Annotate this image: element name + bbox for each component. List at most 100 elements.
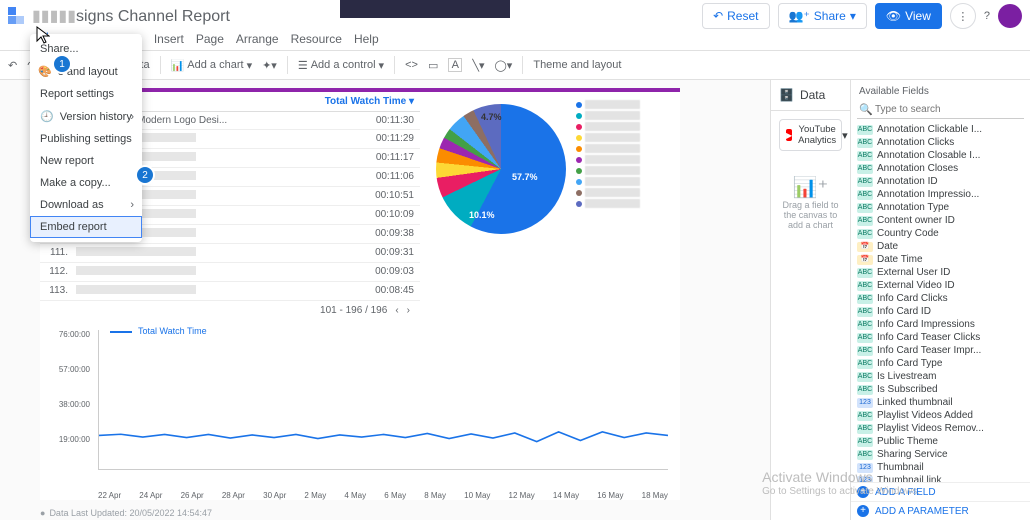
field-item[interactable]: ABCIs Subscribed	[851, 383, 1030, 396]
undo-button[interactable]: ↶	[8, 59, 17, 72]
pie-graphic	[436, 104, 566, 234]
col-total-watch[interactable]: Total Watch Time ▾	[318, 96, 418, 107]
menu-item-new-report[interactable]: New report	[30, 150, 142, 172]
field-item[interactable]: ABCSharing Service	[851, 448, 1030, 461]
field-item[interactable]: ABCInfo Card Clicks	[851, 292, 1030, 305]
pie-chart[interactable]: 57.7% 10.1% 4.7%	[426, 92, 666, 262]
legend-item	[576, 155, 640, 164]
field-item[interactable]: 📅Date	[851, 240, 1030, 253]
legend-item	[576, 188, 640, 197]
data-source-pill[interactable]: ▶ YouTube Analytics ▾	[779, 119, 842, 151]
image-tool[interactable]: ▭	[428, 59, 438, 72]
pager-next[interactable]: ›	[407, 305, 410, 316]
avatar[interactable]	[998, 4, 1022, 28]
field-item[interactable]: ABCAnnotation Impressio...	[851, 188, 1030, 201]
fields-header: Available Fields	[851, 80, 1030, 101]
field-item[interactable]: ABCInfo Card Impressions	[851, 318, 1030, 331]
community-viz-button[interactable]: ✦▾	[262, 59, 277, 72]
theme-layout-button[interactable]: Theme and layout	[533, 59, 621, 71]
clock-icon: 🕘	[40, 110, 54, 123]
table-row[interactable]: 113.00:08:45	[40, 282, 420, 301]
legend-item	[576, 199, 640, 208]
x-axis: 22 Apr24 Apr26 Apr28 Apr30 Apr2 May4 May…	[98, 491, 668, 500]
help-icon[interactable]: ?	[984, 10, 990, 22]
shape-tool[interactable]: ◯▾	[495, 59, 513, 72]
share-button[interactable]: 👥⁺ Share ▾	[778, 3, 867, 29]
menu-item-publishing[interactable]: Publishing settings	[30, 128, 142, 150]
legend-item	[576, 133, 640, 142]
field-item[interactable]: ABCCountry Code	[851, 227, 1030, 240]
menu-item-theme[interactable]: 🎨e and layout	[30, 60, 142, 83]
cursor-icon	[36, 26, 50, 44]
pager-prev[interactable]: ‹	[395, 305, 398, 316]
table-row[interactable]: 111.00:09:31	[40, 244, 420, 263]
field-item[interactable]: ABCInfo Card Teaser Impr...	[851, 344, 1030, 357]
file-menu-dropdown: Share... 🎨e and layout Report settings 🕘…	[30, 34, 142, 242]
field-item[interactable]: ABCContent owner ID	[851, 214, 1030, 227]
legend-item	[576, 177, 640, 186]
pie-label-top: 4.7%	[481, 112, 502, 122]
add-chart-button[interactable]: 📊Add a chart ▾	[171, 59, 253, 72]
field-item[interactable]: ABCInfo Card Teaser Clicks	[851, 331, 1030, 344]
fields-search-input[interactable]	[857, 101, 1024, 119]
field-item[interactable]: ABCAnnotation Clicks	[851, 136, 1030, 149]
windows-watermark: Activate Windows Go to Settings to activ…	[762, 469, 920, 498]
field-item[interactable]: ABCAnnotation ID	[851, 175, 1030, 188]
field-item[interactable]: ABCInfo Card ID	[851, 305, 1030, 318]
menu-item-download-as[interactable]: Download as	[30, 194, 142, 216]
menu-item-embed-report[interactable]: Embed report	[30, 216, 142, 238]
report-title[interactable]: ▮▮▮▮▮signs Channel Report	[32, 6, 230, 26]
menu-insert[interactable]: Insert	[154, 32, 184, 46]
field-item[interactable]: ABCAnnotation Type	[851, 201, 1030, 214]
view-button[interactable]: 👁 View	[875, 3, 942, 29]
line-tool[interactable]: ╲▾	[472, 59, 484, 72]
field-item[interactable]: ABCAnnotation Closes	[851, 162, 1030, 175]
field-item[interactable]: ABCPublic Theme	[851, 435, 1030, 448]
fields-search[interactable]: 🔍	[857, 101, 1024, 119]
step-badge-2: 2	[137, 167, 153, 183]
youtube-icon: ▶	[786, 129, 792, 141]
menu-resource[interactable]: Resource	[291, 32, 342, 46]
legend-item	[576, 166, 640, 175]
line-chart[interactable]: Total Watch Time 76:00:0057:00:0038:00:0…	[48, 330, 668, 500]
field-item[interactable]: ABCAnnotation Closable I...	[851, 149, 1030, 162]
field-item[interactable]: ABCPlaylist Videos Remov...	[851, 422, 1030, 435]
share-label: Share	[814, 9, 846, 23]
menu-item-make-copy[interactable]: Make a copy...	[30, 172, 142, 194]
field-item[interactable]: ABCAnnotation Clickable I...	[851, 123, 1030, 136]
menu-item-version-history[interactable]: 🕘Version history	[30, 105, 142, 128]
menu-page[interactable]: Page	[196, 32, 224, 46]
table-pager: 101 - 196 / 196 ‹ ›	[40, 301, 420, 318]
data-icon: 🗄️	[779, 88, 794, 102]
add-control-button[interactable]: ☰ Add a control ▾	[298, 59, 384, 72]
field-item[interactable]: ABCIs Livestream	[851, 370, 1030, 383]
field-item[interactable]: ABCExternal Video ID	[851, 279, 1030, 292]
field-item[interactable]: ABCExternal User ID	[851, 266, 1030, 279]
menu-help[interactable]: Help	[354, 32, 379, 46]
field-item[interactable]: 123Linked thumbnail	[851, 396, 1030, 409]
legend-item	[576, 144, 640, 153]
field-item[interactable]: ABCPlaylist Videos Added	[851, 409, 1030, 422]
table-row[interactable]: 112.00:09:03	[40, 263, 420, 282]
pie-legend	[576, 98, 640, 210]
more-options-button[interactable]: ⋮	[950, 3, 976, 29]
reset-button[interactable]: ↶ Reset	[702, 3, 769, 29]
legend-item	[576, 111, 640, 120]
data-rail: 🗄️ Data ▶ YouTube Analytics ▾ 📊⁺ Drag a f…	[770, 80, 850, 520]
add-chart-icon[interactable]: 📊⁺	[771, 175, 850, 200]
plot-area	[98, 330, 668, 470]
legend-item	[576, 100, 640, 109]
data-rail-title: Data	[800, 88, 825, 102]
url-embed-button[interactable]: <>	[405, 59, 418, 71]
menu-arrange[interactable]: Arrange	[236, 32, 279, 46]
drag-hint: Drag a field to the canvas to add a char…	[771, 200, 850, 230]
app-logo-icon	[8, 7, 26, 25]
vertical-dots-icon: ⋮	[957, 10, 968, 23]
text-tool[interactable]: A	[448, 58, 462, 72]
field-item[interactable]: 📅Date Time	[851, 253, 1030, 266]
menu-item-report-settings[interactable]: Report settings	[30, 83, 142, 105]
field-item[interactable]: ABCInfo Card Type	[851, 357, 1030, 370]
add-parameter-button[interactable]: +ADD A PARAMETER	[851, 501, 1030, 520]
legend-item	[576, 122, 640, 131]
menu-bar: File Editing View Insert Page Arrange Re…	[0, 32, 1030, 50]
